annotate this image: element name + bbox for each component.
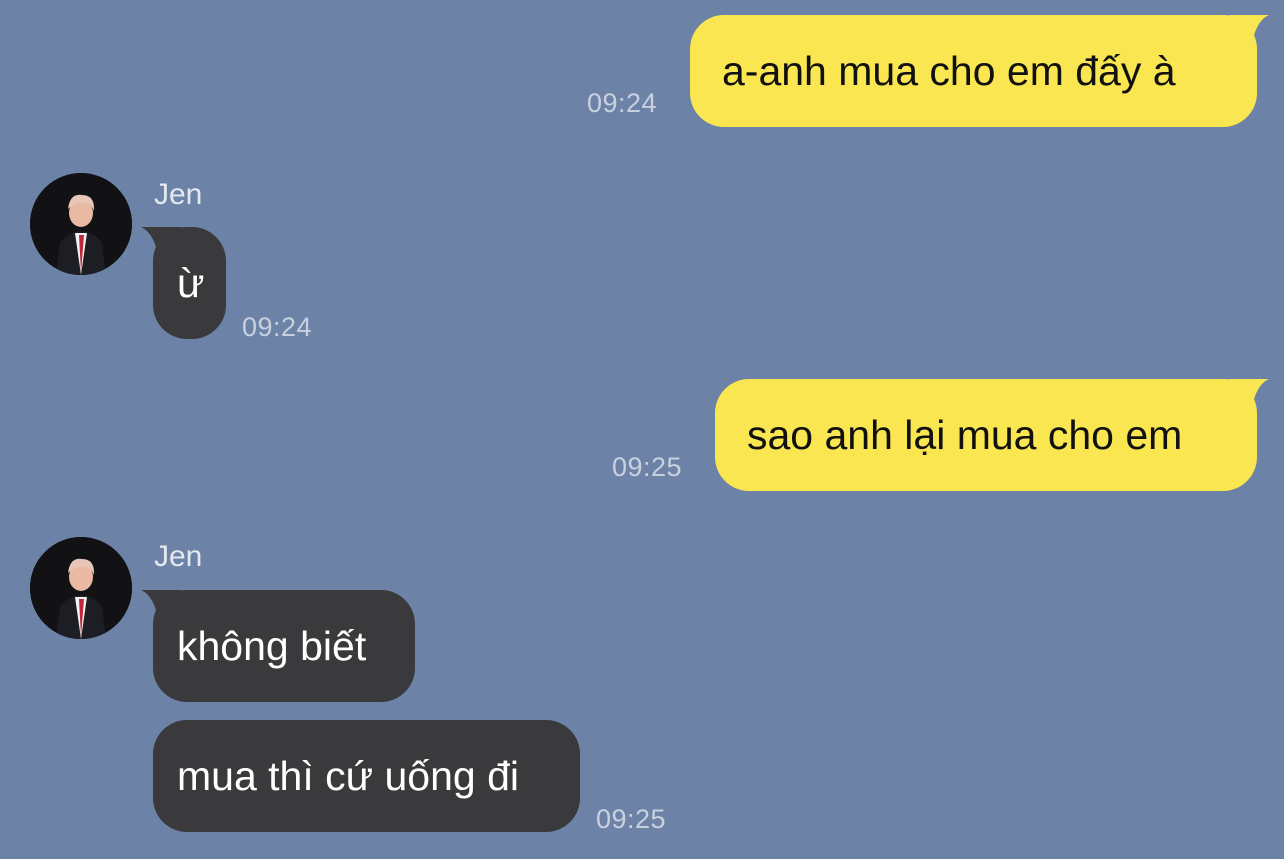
message-text: sao anh lại mua cho em (747, 412, 1183, 458)
sender-name: Jen (154, 178, 203, 211)
message-row-outgoing: 09:25 sao anh lại mua cho em (0, 370, 1284, 500)
sender-name: Jen (154, 540, 203, 573)
profile-photo-avatar-icon (30, 173, 132, 275)
bubble-tail-icon (1229, 379, 1269, 413)
message-row-outgoing: 09:24 a-anh mua cho em đấy à (0, 0, 1284, 140)
message-text: a-anh mua cho em đấy à (722, 48, 1176, 94)
message-timestamp: 09:24 (242, 312, 313, 342)
profile-photo-avatar-icon (30, 537, 132, 639)
bubble-tail-icon (141, 590, 181, 624)
incoming-message-bubble[interactable]: mua thì cứ uống đi (153, 720, 580, 832)
message-row-incoming: mua thì cứ uống đi 09:25 (0, 718, 1284, 848)
message-row-incoming: Jen ừ 09:24 (0, 170, 1284, 350)
bubble-tail-icon (141, 227, 181, 261)
message-timestamp: 09:25 (596, 804, 667, 834)
message-timestamp: 09:24 (587, 88, 658, 118)
incoming-message-bubble[interactable]: không biết (141, 590, 415, 702)
message-row-incoming: Jen không biết (0, 534, 1284, 714)
message-text: không biết (177, 623, 367, 669)
avatar[interactable] (30, 537, 132, 639)
chat-thread: 09:24 a-anh mua cho em đấy à Jen ừ 09:24… (0, 0, 1284, 859)
outgoing-message-bubble[interactable]: a-anh mua cho em đấy à (690, 15, 1269, 127)
message-timestamp: 09:25 (612, 452, 683, 482)
incoming-message-bubble[interactable]: ừ (141, 227, 226, 339)
outgoing-message-bubble[interactable]: sao anh lại mua cho em (715, 379, 1269, 491)
bubble-tail-icon (1229, 15, 1269, 49)
message-text: mua thì cứ uống đi (177, 753, 519, 799)
message-text: ừ (177, 260, 205, 306)
avatar[interactable] (30, 173, 132, 275)
